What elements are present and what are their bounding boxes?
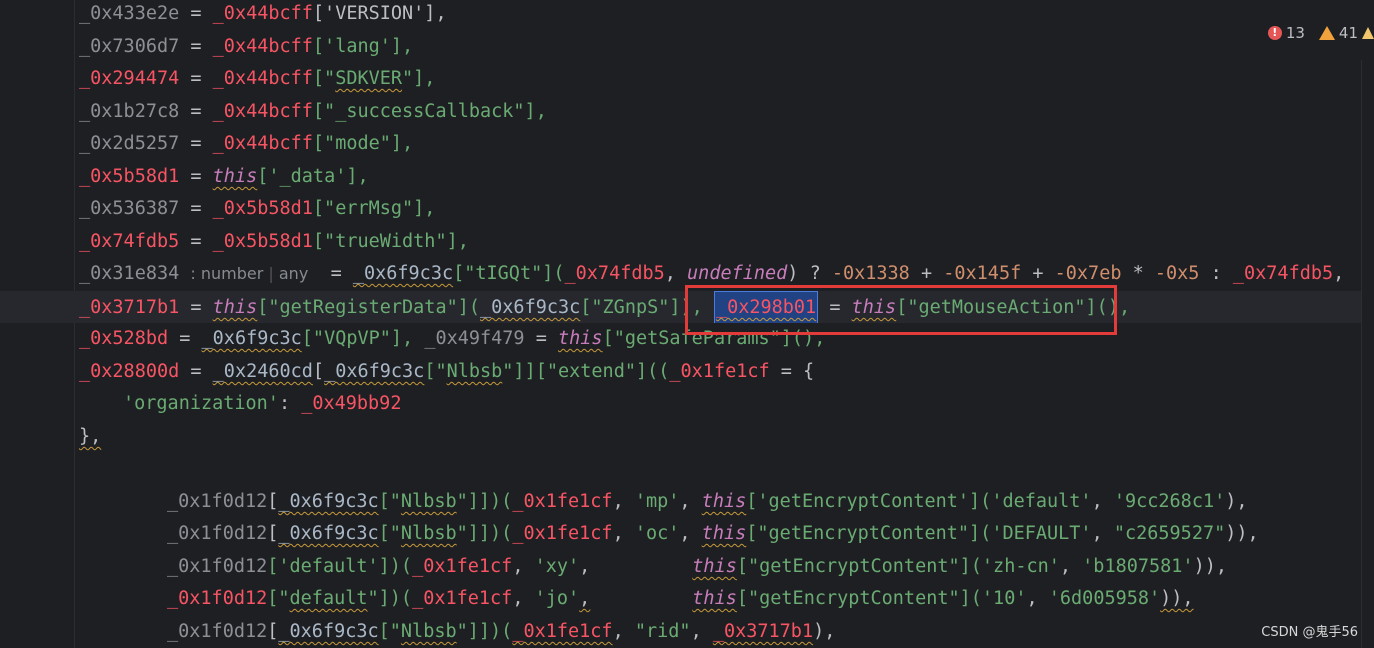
weak-warning-icon xyxy=(1362,27,1374,39)
code-line-15: _0x1f0d12[_0x6f9c3c["Nlbsb"]])(_0x1fe1cf… xyxy=(167,491,1248,512)
code-line-5: _0x5b58d1 = this['_data'], xyxy=(79,166,369,187)
code-line-0: _0x433e2e = _0x44bcff['VERSION'], xyxy=(79,3,447,24)
code-line-17: _0x1f0d12['default'])(_0x1fe1cf, 'xy', th… xyxy=(167,556,1227,577)
code-line-7: _0x74fdb5 = _0x5b58d1["trueWidth"], xyxy=(79,231,469,252)
error-icon: ! xyxy=(1267,26,1282,40)
type-hint-any: any xyxy=(278,264,309,283)
code-line-8: _0x31e834 : number | any = _0x6f9c3c["tI… xyxy=(0,258,1374,290)
code-line-2: _0x294474 = _0x44bcff["SDKVER"], xyxy=(79,68,436,89)
code-line-11: _0x28800d = _0x2460cd[_0x6f9c3c["Nlbsb"]… xyxy=(79,361,815,382)
code-line-4: _0x2d5257 = _0x44bcff["mode"], xyxy=(79,133,414,154)
editor-scrollbar[interactable] xyxy=(1361,60,1374,648)
code-line-1: _0x7306d7 = _0x44bcff['lang'], xyxy=(79,36,414,57)
code-line-6: _0x536387 = _0x5b58d1["errMsg"], xyxy=(79,198,436,219)
warning-count: 41 xyxy=(1338,24,1358,42)
warning-icon xyxy=(1318,26,1335,40)
code-line-9: _0x3717b1 = this["getRegisterData"](_0x6… xyxy=(0,291,1374,323)
inspection-widget[interactable]: ! 13 41 xyxy=(1267,22,1374,44)
code-line-18: _0x1f0d12["default"])(_0x1fe1cf, 'jo', th… xyxy=(167,588,1194,609)
code-line-16: _0x1f0d12[_0x6f9c3c["Nlbsb"]])(_0x1fe1cf… xyxy=(167,523,1259,544)
code-line-10: _0x528bd = _0x6f9c3c["VQpVP"], _0x49f479… xyxy=(79,328,826,349)
code-line-19: _0x1f0d12[_0x6f9c3c["Nlbsb"]])(_0x1fe1cf… xyxy=(167,621,836,642)
type-hint-number: : number xyxy=(190,264,264,283)
selected-identifier[interactable]: _0x298b01 xyxy=(713,291,819,323)
watermark-text: CSDN @鬼手56 xyxy=(1261,625,1358,640)
code-line-13: }, xyxy=(79,426,102,447)
code-line-3: _0x1b27c8 = _0x44bcff["_successCallback"… xyxy=(79,101,547,122)
code-line-12: 'organization': _0x49bb92 xyxy=(123,393,402,414)
error-count: 13 xyxy=(1285,24,1305,42)
